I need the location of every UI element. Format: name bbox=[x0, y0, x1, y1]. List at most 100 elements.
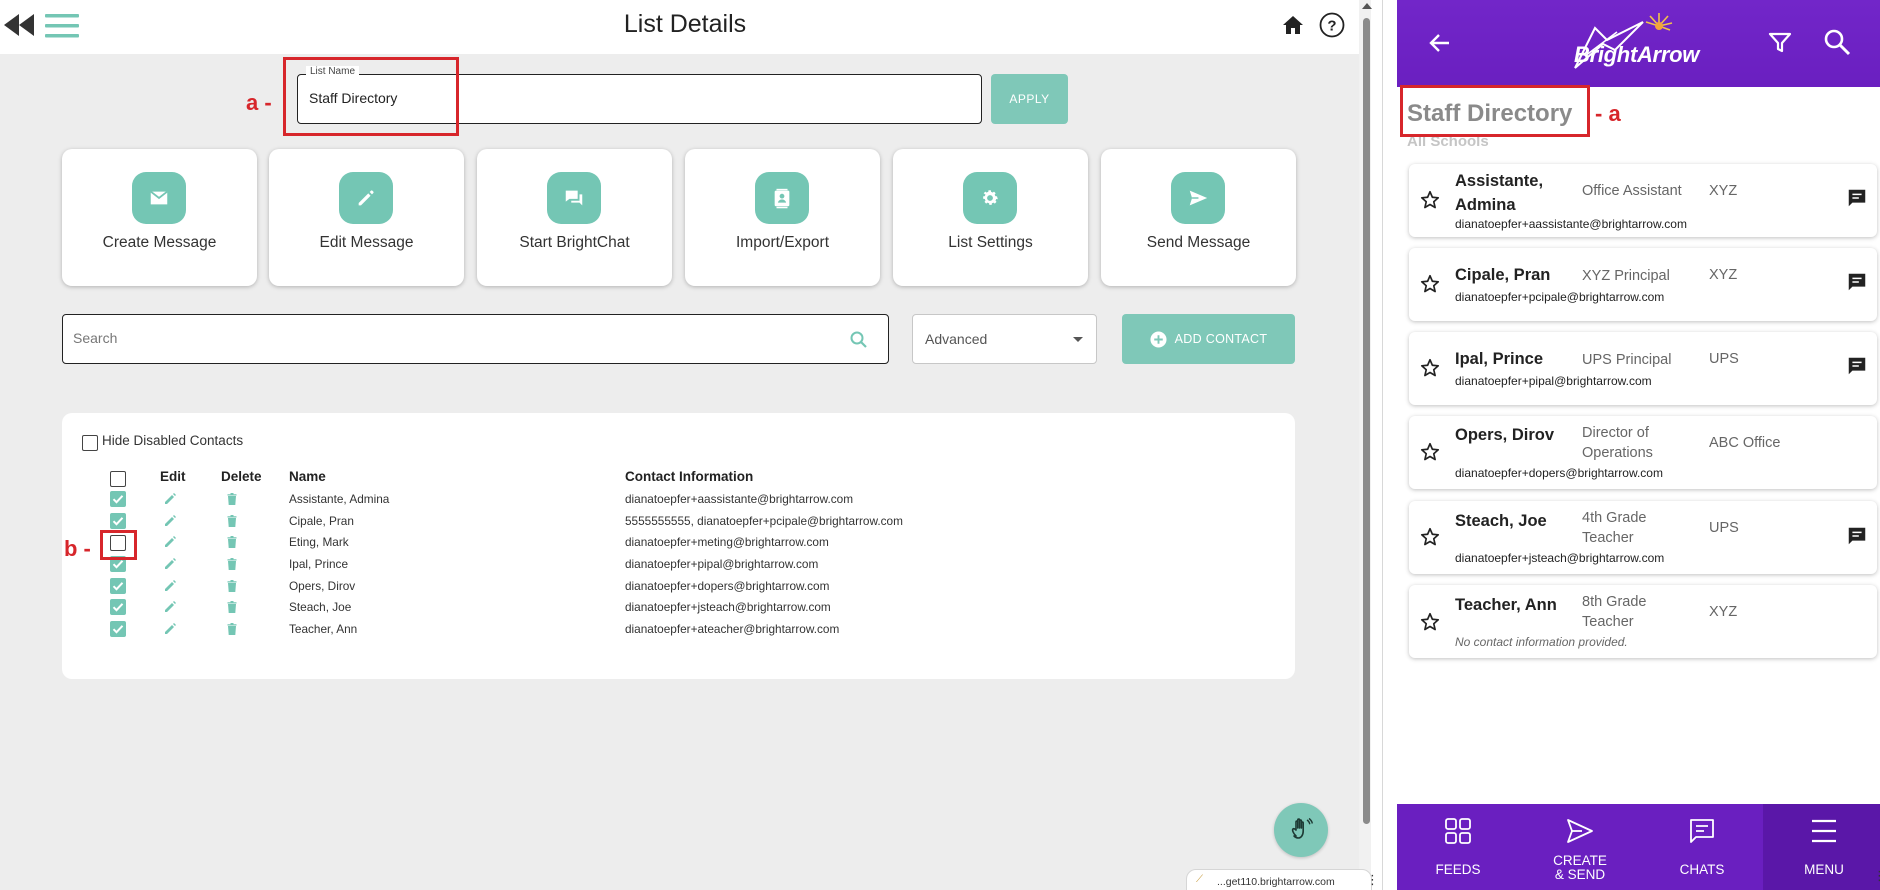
contact-org: XYZ bbox=[1709, 267, 1738, 283]
column-header-delete: Delete bbox=[221, 469, 262, 484]
chat-icon[interactable] bbox=[1846, 525, 1868, 547]
contact-name: Opers, Dirov bbox=[1455, 426, 1555, 444]
add-contact-button[interactable]: ADD CONTACT bbox=[1122, 314, 1295, 364]
edit-icon[interactable] bbox=[163, 492, 177, 506]
edit-icon[interactable] bbox=[163, 535, 177, 549]
row-contact: dianatoepfer+aassistante@brightarrow.com bbox=[625, 492, 854, 506]
nav-create-send[interactable]: CREATE & SEND bbox=[1519, 804, 1641, 890]
help-chat-button[interactable] bbox=[1274, 803, 1328, 857]
start-brightchat-icon-bg bbox=[547, 172, 601, 224]
star-icon[interactable] bbox=[1419, 357, 1441, 379]
search-field[interactable] bbox=[62, 314, 889, 364]
back-arrow-icon[interactable] bbox=[1427, 30, 1453, 56]
chat-icon[interactable] bbox=[1846, 271, 1868, 293]
chat-icon[interactable] bbox=[1846, 187, 1868, 209]
send-message-icon-bg bbox=[1171, 172, 1225, 224]
row-checkbox[interactable] bbox=[110, 491, 126, 507]
scroll-up-arrow-icon[interactable] bbox=[1362, 3, 1372, 9]
star-icon[interactable] bbox=[1419, 273, 1441, 295]
trash-icon[interactable] bbox=[225, 514, 239, 528]
chat-icon bbox=[1690, 819, 1714, 843]
row-checkbox[interactable] bbox=[110, 578, 126, 594]
pencil-icon bbox=[358, 190, 374, 206]
contact-card[interactable]: Assistante, Admina Office Assistant XYZ … bbox=[1409, 164, 1877, 237]
bottom-navigation: FEEDS CREATE & SEND CHATS MENU bbox=[1397, 804, 1880, 890]
list-settings-icon-bg bbox=[963, 172, 1017, 224]
create-message-button[interactable]: Create Message bbox=[62, 149, 257, 286]
edit-icon[interactable] bbox=[163, 579, 177, 593]
row-checkbox[interactable] bbox=[110, 513, 126, 529]
gear-icon bbox=[983, 190, 998, 205]
edit-icon[interactable] bbox=[163, 600, 177, 614]
chat-bubbles-icon bbox=[565, 190, 583, 206]
column-header-contact: Contact Information bbox=[625, 469, 754, 484]
chevron-down-icon bbox=[1073, 337, 1083, 342]
trash-icon[interactable] bbox=[225, 600, 239, 614]
list-settings-button[interactable]: List Settings bbox=[893, 149, 1088, 286]
search-icon[interactable] bbox=[1822, 27, 1852, 57]
contact-card[interactable]: Opers, Dirov Director of Operations ABC … bbox=[1409, 416, 1877, 489]
import-export-label: Import/Export bbox=[735, 234, 830, 251]
contact-name: Steach, Joe bbox=[1455, 512, 1547, 530]
send-message-button[interactable]: Send Message bbox=[1101, 149, 1296, 286]
star-icon[interactable] bbox=[1419, 526, 1441, 548]
import-export-button[interactable]: Import/Export bbox=[685, 149, 880, 286]
overflow-dots-icon[interactable]: ⋮ bbox=[1873, 868, 1880, 884]
hamburger-menu-icon[interactable] bbox=[44, 12, 80, 40]
contact-card[interactable]: Cipale, Pran XYZ Principal XYZ dianatoep… bbox=[1409, 248, 1877, 321]
contact-role: 8th Grade Teacher bbox=[1582, 594, 1647, 630]
star-icon[interactable] bbox=[1419, 441, 1441, 463]
contact-name: Ipal, Prince bbox=[1455, 350, 1544, 368]
nav-feeds[interactable]: FEEDS bbox=[1397, 804, 1519, 890]
advanced-dropdown[interactable]: Advanced bbox=[912, 314, 1097, 364]
menu-icon bbox=[1812, 819, 1836, 843]
add-contact-label: ADD CONTACT bbox=[1174, 332, 1268, 346]
filter-icon[interactable] bbox=[1767, 30, 1793, 56]
edit-icon[interactable] bbox=[163, 557, 177, 571]
star-icon[interactable] bbox=[1419, 189, 1441, 211]
more-options-icon[interactable]: ⋮ bbox=[1366, 872, 1379, 888]
site-favicon-icon: ⟋ bbox=[1196, 874, 1203, 885]
column-header-name: Name bbox=[289, 469, 326, 484]
select-all-checkbox[interactable] bbox=[110, 471, 126, 487]
contact-card[interactable]: Teacher, Ann 8th Grade Teacher XYZ No co… bbox=[1409, 585, 1877, 658]
contact-email: dianatoepfer+aassistante@brightarrow.com bbox=[1455, 217, 1687, 231]
apply-button[interactable]: APPLY bbox=[991, 74, 1068, 124]
edit-icon[interactable] bbox=[163, 622, 177, 636]
row-checkbox[interactable] bbox=[110, 621, 126, 637]
contact-card[interactable]: Steach, Joe 4th Grade Teacher UPS dianat… bbox=[1409, 501, 1877, 574]
hide-disabled-checkbox[interactable] bbox=[82, 435, 98, 451]
contact-org: UPS bbox=[1709, 520, 1739, 536]
nav-chats[interactable]: CHATS bbox=[1641, 804, 1763, 890]
contact-card[interactable]: Ipal, Prince UPS Principal UPS dianatoep… bbox=[1409, 332, 1877, 405]
collapse-sidebar-icon[interactable] bbox=[2, 12, 36, 38]
star-icon[interactable] bbox=[1419, 611, 1441, 633]
contact-email: No contact information provided. bbox=[1455, 635, 1628, 649]
advanced-dropdown-value: Advanced bbox=[925, 331, 988, 347]
trash-icon[interactable] bbox=[225, 579, 239, 593]
chat-icon[interactable] bbox=[1846, 355, 1868, 377]
trash-icon[interactable] bbox=[225, 622, 239, 636]
contact-name: Teacher, Ann bbox=[1455, 596, 1557, 614]
trash-icon[interactable] bbox=[225, 492, 239, 506]
nav-menu[interactable]: MENU bbox=[1763, 804, 1880, 890]
contact-email: dianatoepfer+dopers@brightarrow.com bbox=[1455, 466, 1663, 480]
trash-icon[interactable] bbox=[225, 557, 239, 571]
row-name: Steach, Joe bbox=[289, 600, 352, 614]
row-checkbox[interactable] bbox=[110, 599, 126, 615]
row-name: Eting, Mark bbox=[289, 535, 349, 549]
trash-icon[interactable] bbox=[225, 535, 239, 549]
help-icon[interactable]: ? bbox=[1319, 12, 1345, 38]
page-title: List Details bbox=[623, 10, 747, 38]
scrollbar-thumb[interactable] bbox=[1363, 18, 1370, 824]
start-brightchat-button[interactable]: Start BrightChat bbox=[477, 149, 672, 286]
row-contact: dianatoepfer+meting@brightarrow.com bbox=[625, 535, 829, 549]
search-icon[interactable] bbox=[849, 330, 869, 350]
svg-text:?: ? bbox=[1327, 18, 1336, 35]
edit-icon[interactable] bbox=[163, 514, 177, 528]
search-input[interactable] bbox=[73, 330, 833, 346]
edit-message-button[interactable]: Edit Message bbox=[269, 149, 464, 286]
mobile-app-panel: BrightArrow Staff Directory All Schools … bbox=[1397, 0, 1880, 890]
annotation-label-b: b - bbox=[64, 536, 91, 561]
home-icon[interactable] bbox=[1281, 13, 1305, 37]
